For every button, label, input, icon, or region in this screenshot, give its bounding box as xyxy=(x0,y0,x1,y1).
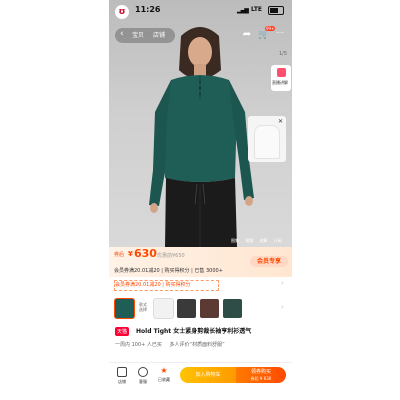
service-label: 客服 xyxy=(139,379,147,384)
favorite-label: 已收藏 xyxy=(158,377,170,382)
currency-symbol: ¥ xyxy=(128,250,133,258)
battery-icon xyxy=(268,6,284,15)
chevron-right-icon: › xyxy=(281,279,284,287)
media-tab[interactable]: 讲解 xyxy=(260,238,268,243)
coupon-text: 会员券满20.01减20 | 购买得积分 xyxy=(115,282,191,288)
cart-badge: 99+ xyxy=(265,26,276,31)
original-price: 优惠前¥650 xyxy=(157,253,185,259)
tmall-badge: 天猫 xyxy=(115,327,130,336)
review-highlight[interactable]: 多人评价“材质面料舒服” xyxy=(170,342,225,348)
floating-thumbnail[interactable]: ✕ xyxy=(248,116,286,162)
signal-icon: ▂▄▆ xyxy=(237,7,249,14)
live-explain-button[interactable]: 直播讲解 xyxy=(271,65,291,91)
swatch-green[interactable] xyxy=(115,299,134,318)
bottom-action-bar: 店铺 客服 ★ 已收藏 加入购物车 领券购买 券后 ¥ 630 xyxy=(109,362,292,400)
star-icon: ★ xyxy=(160,366,168,375)
purchase-count: 一周内 100+ 人已买 xyxy=(115,342,162,348)
close-icon[interactable]: ✕ xyxy=(277,118,284,125)
image-pager: 1/5 xyxy=(279,51,288,57)
share-icon[interactable]: ➦ xyxy=(240,28,254,42)
more-icon[interactable]: ⋯ xyxy=(276,28,284,37)
buy-with-coupon-button[interactable]: 领券购买 券后 ¥ 630 xyxy=(236,367,286,383)
buy-sub-price: 券后 ¥ 630 xyxy=(250,376,272,381)
phone-screen: ʊ 11:26 ▂▄▆ LTE ‹ 宝贝 店铺 ➦ 🛒 99+ ⋯ 1/5 直播… xyxy=(109,0,292,400)
style-selector: 款式 选择 › xyxy=(109,296,292,322)
social-proof: 一周内 100+ 人已买 多人评价“材质面料舒服” xyxy=(115,341,231,348)
favorite-button[interactable]: ★ 已收藏 xyxy=(154,367,174,383)
chat-icon xyxy=(138,367,148,377)
vip-exclusive-button[interactable]: 会员专享 xyxy=(250,256,288,267)
tab-store[interactable]: 店铺 xyxy=(153,30,165,39)
price-section: 券后 ¥ 630 优惠前¥650 会员券满20.01减20 | 购买得积分 | … xyxy=(109,247,292,277)
add-to-cart-button[interactable]: 加入购物车 xyxy=(180,367,236,383)
price-tag: 券后 xyxy=(114,252,125,258)
back-icon[interactable]: ‹ xyxy=(120,29,124,39)
service-button[interactable]: 客服 xyxy=(133,367,153,385)
store-label: 店铺 xyxy=(118,379,126,384)
status-bar: ʊ 11:26 ▂▄▆ LTE xyxy=(109,0,292,24)
chevron-right-icon: › xyxy=(281,303,284,311)
live-label: 直播讲解 xyxy=(272,80,288,85)
network-type: LTE xyxy=(251,6,263,13)
live-icon xyxy=(277,68,286,77)
product-image-carousel[interactable]: ʊ 11:26 ▂▄▆ LTE ‹ 宝贝 店铺 ➦ 🛒 99+ ⋯ 1/5 直播… xyxy=(109,0,292,247)
promo-summary: 会员券满20.01减20 | 购买得积分 | 已售 3000+ xyxy=(114,268,223,274)
store-icon xyxy=(117,367,127,377)
white-shirt-thumbnail xyxy=(254,125,280,159)
top-nav: ‹ 宝贝 店铺 ➦ 🛒 99+ ⋯ xyxy=(109,26,292,44)
clock: 11:26 xyxy=(135,5,161,14)
lululemon-logo-icon: ʊ xyxy=(115,5,129,19)
coupon-row[interactable]: 会员券满20.01减20 | 购买得积分 › xyxy=(109,278,292,294)
swatch-white[interactable] xyxy=(154,299,173,318)
swatch-dark[interactable] xyxy=(177,299,196,318)
product-title-row: 天猫 Hold Tight 女士紧身剪裁长袖亨利衫透气 xyxy=(109,325,292,339)
swatch-brown[interactable] xyxy=(200,299,219,318)
tab-item[interactable]: 宝贝 xyxy=(132,30,144,39)
swatch-teal[interactable] xyxy=(223,299,242,318)
media-tab[interactable]: 尺码 xyxy=(274,238,282,243)
buy-label: 领券购买 xyxy=(250,369,271,375)
product-title: Hold Tight 女士紧身剪裁长袖亨利衫透气 xyxy=(136,328,252,335)
media-tab[interactable]: 图集 xyxy=(231,238,239,243)
nav-pill: ‹ 宝贝 店铺 xyxy=(115,28,175,43)
store-button[interactable]: 店铺 xyxy=(112,367,132,385)
style-select-label[interactable]: 款式 选择 xyxy=(139,302,149,312)
media-tab[interactable]: 视频 xyxy=(245,238,253,243)
media-tabs: 图集 视频 讲解 尺码 xyxy=(231,238,287,244)
price-value: 630 xyxy=(134,247,157,260)
